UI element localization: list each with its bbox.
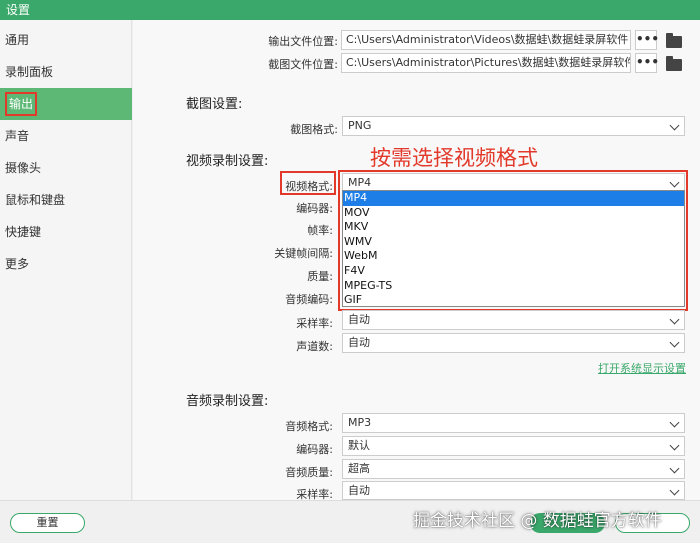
chevron-down-icon (669, 337, 680, 348)
audio-format-label: 音频格式: (285, 420, 333, 433)
video-format-option[interactable]: MP4 (343, 191, 684, 206)
audio-codec-label: 音频编码: (285, 293, 333, 306)
chevron-down-icon (669, 440, 680, 451)
open-display-settings-link[interactable]: 打开系统显示设置 (598, 360, 686, 376)
sidebar-item-record-panel[interactable]: 录制面板 (0, 56, 132, 88)
screenshot-folder-icon[interactable] (666, 56, 682, 71)
chevron-down-icon (669, 314, 680, 325)
window-title: 设置 (6, 3, 31, 17)
sidebar-item-sound[interactable]: 声音 (0, 120, 132, 152)
keyframe-interval-label: 关键帧间隔: (274, 247, 333, 260)
screenshot-format-select[interactable]: PNG (342, 116, 685, 136)
sidebar-item-hotkeys[interactable]: 快捷键 (0, 216, 132, 248)
annotation-text: 按需选择视频格式 (370, 146, 538, 170)
sidebar-item-general[interactable]: 通用 (0, 24, 132, 56)
screenshot-settings-title: 截图设置: (186, 97, 243, 112)
chevron-down-icon (669, 417, 680, 428)
sidebar-item-more[interactable]: 更多 (0, 248, 132, 280)
video-format-option[interactable]: MOV (343, 206, 684, 221)
sample-rate-label: 采样率: (296, 317, 333, 330)
audio-encoder-select[interactable]: 默认 (342, 436, 685, 456)
video-settings-title: 视频录制设置: (186, 154, 269, 169)
channels-select[interactable]: 自动 (342, 333, 685, 353)
chevron-down-icon (669, 177, 680, 188)
reset-button[interactable]: 重置 (10, 513, 85, 533)
video-format-option[interactable]: MKV (343, 220, 684, 235)
video-format-dropdown[interactable]: MP4 MOV MKV WMV WebM F4V MPEG-TS GIF (342, 190, 685, 307)
chevron-down-icon (669, 485, 680, 496)
video-format-label: 视频格式: (285, 180, 333, 193)
output-path-label: 输出文件位置: (268, 35, 338, 48)
audio-sample-rate-select[interactable]: 自动 (342, 481, 685, 500)
audio-quality-select[interactable]: 超高 (342, 459, 685, 479)
video-format-option[interactable]: WebM (343, 249, 684, 264)
video-format-option[interactable]: MPEG-TS (343, 279, 684, 294)
chevron-down-icon (669, 463, 680, 474)
footer-bar: 重置 掘金技术社区 @ 数据蛙官方软件 (0, 500, 700, 543)
video-format-option[interactable]: F4V (343, 264, 684, 279)
screenshot-path-label: 截图文件位置: (268, 58, 338, 71)
framerate-label: 帧率: (307, 224, 333, 237)
audio-encoder-label: 编码器: (296, 443, 333, 456)
watermark-text: 掘金技术社区 @ 数据蛙官方软件 (413, 511, 662, 531)
screenshot-path-field[interactable]: C:\Users\Administrator\Pictures\数据蛙\数据蛙录… (341, 53, 631, 73)
output-highlight: 输出 (5, 92, 38, 116)
audio-settings-title: 音频录制设置: (186, 394, 269, 409)
output-path-browse-button[interactable]: ••• (635, 30, 659, 50)
audio-quality-label: 音频质量: (285, 466, 333, 479)
window-titlebar: 设置 (0, 0, 700, 20)
encoder-label: 编码器: (296, 202, 333, 215)
settings-main-panel: 输出文件位置: C:\Users\Administrator\Videos\数据… (133, 20, 700, 501)
video-format-option[interactable]: GIF (343, 293, 684, 308)
output-folder-icon[interactable] (666, 33, 682, 48)
sidebar-item-camera[interactable]: 摄像头 (0, 152, 132, 184)
sidebar-item-mouse-keyboard[interactable]: 鼠标和键盘 (0, 184, 132, 216)
audio-format-select[interactable]: MP3 (342, 413, 685, 433)
output-path-field[interactable]: C:\Users\Administrator\Videos\数据蛙\数据蛙录屏软… (341, 30, 631, 50)
sidebar-item-output[interactable]: 输出 (0, 88, 132, 120)
video-format-option[interactable]: WMV (343, 235, 684, 250)
screenshot-format-label: 截图格式: (290, 123, 338, 136)
channels-label: 声道数: (296, 340, 333, 353)
quality-label: 质量: (307, 270, 333, 283)
sidebar: 通用 录制面板 输出 声音 摄像头 鼠标和键盘 快捷键 更多 (0, 20, 132, 500)
chevron-down-icon (669, 120, 680, 131)
sample-rate-select[interactable]: 自动 (342, 310, 685, 330)
screenshot-path-browse-button[interactable]: ••• (635, 53, 659, 73)
